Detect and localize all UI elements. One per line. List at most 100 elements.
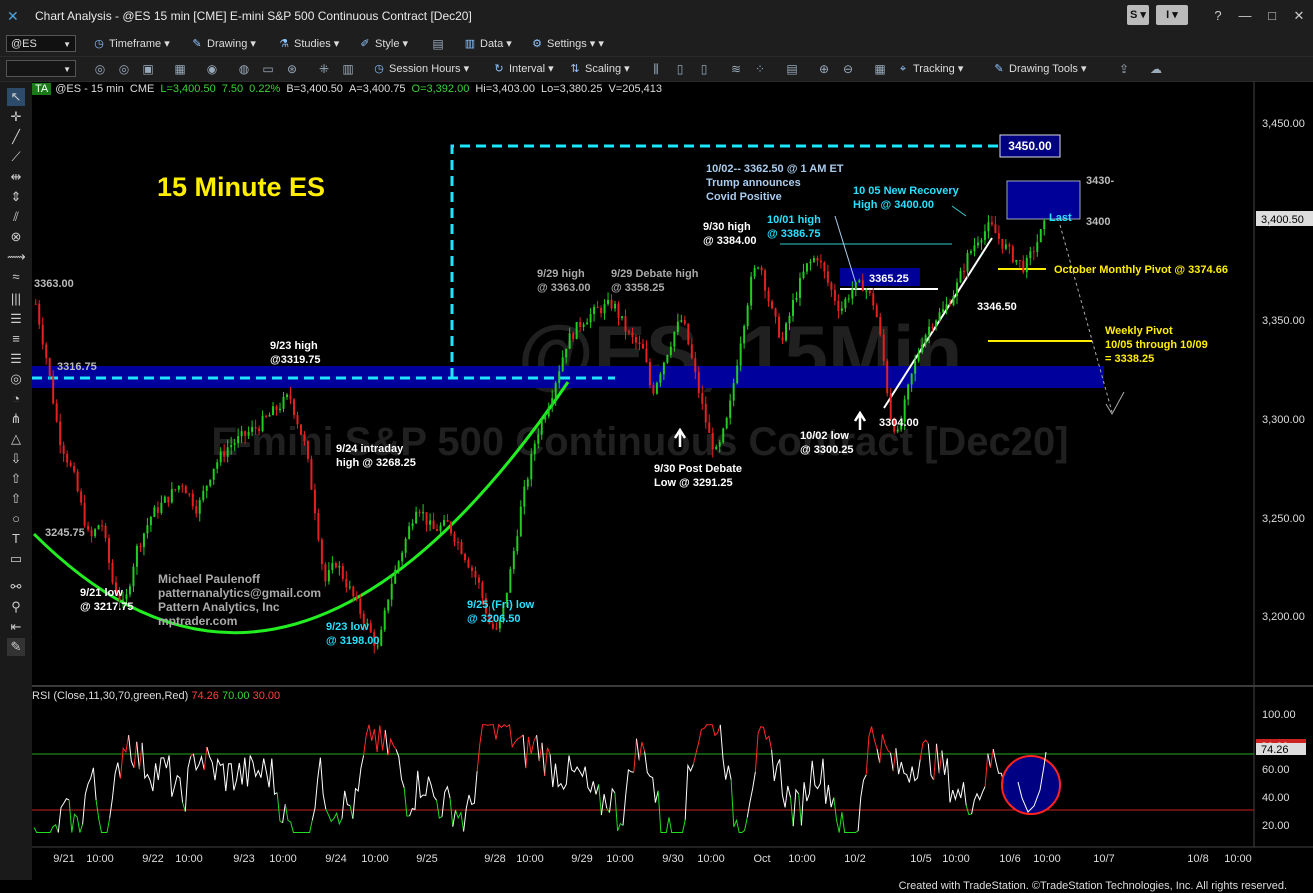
studies-menu[interactable]: ⚗ Studies ▾ [277, 36, 339, 52]
trendline-icon[interactable]: ╱ [7, 128, 25, 146]
data-window-icon[interactable]: ▤ [784, 61, 800, 77]
vertical-line-icon[interactable]: ||| [7, 290, 25, 308]
timeframe-menu[interactable]: ◷ Timeframe ▾ [92, 36, 170, 52]
document-icon[interactable]: ▭ [260, 61, 276, 77]
time-tick: 9/25 [416, 853, 437, 865]
price-tick: 3,450.00 [1262, 118, 1305, 130]
text-icon[interactable]: T [7, 530, 25, 548]
refresh-icon[interactable]: ◎ [92, 61, 108, 77]
bar-style-icon[interactable]: ⫼ [648, 61, 664, 77]
toggle-grid-icon[interactable]: ▦ [872, 61, 888, 77]
rsi-line-segment [536, 735, 540, 762]
candle-body [418, 511, 421, 514]
fib-retracement-icon[interactable]: ≡ [7, 330, 25, 348]
export-icon[interactable]: ⇪ [1116, 61, 1132, 77]
rsi-highlight-circle[interactable] [1001, 755, 1061, 815]
price-chart[interactable]: @ES, 15Min E-mini S&P 500 Continuous Con… [32, 82, 1313, 880]
gann-fan-icon[interactable]: ⊗ [7, 228, 25, 246]
author-email: patternanalytics@gmail.com [158, 586, 321, 600]
arrow-up-icon[interactable]: ⇧ [7, 470, 25, 488]
speed-line-icon[interactable]: ⟿ [7, 248, 26, 266]
crosshair-tool-icon[interactable]: ✛ [7, 108, 25, 126]
settings-menu[interactable]: ⚙ Settings ▾ ▾ [530, 36, 604, 52]
angle-line-icon[interactable]: ⟋ [7, 148, 25, 166]
chat-icon[interactable]: ☁ [1148, 61, 1164, 77]
clock-icon: ◷ [374, 63, 384, 75]
candle-body [764, 270, 767, 291]
record-icon[interactable]: ◎ [116, 61, 132, 77]
candle-body [600, 308, 603, 314]
regression-icon[interactable]: ≈ [7, 268, 25, 286]
ta-badge[interactable]: TA [32, 83, 52, 95]
edit-icon[interactable]: ✎ [7, 638, 25, 656]
zoom-in-icon[interactable]: ⊕ [816, 61, 832, 77]
label-930-high: 9/30 high [703, 221, 751, 233]
account-select[interactable]: ▼ [6, 60, 76, 77]
arrow-marker-icon[interactable]: ⇧ [7, 490, 25, 508]
s-link-button[interactable]: S ▾ [1127, 5, 1149, 25]
candle-style-icon[interactable]: ▯ [672, 61, 688, 77]
rsi-line-segment [719, 724, 732, 780]
symbol-input[interactable]: @ES ▼ [6, 35, 76, 52]
rsi-line-segment [449, 798, 454, 827]
candle-body [785, 323, 788, 341]
calendar-icon[interactable]: ▦ [172, 61, 188, 77]
line-style-icon[interactable]: ≋ [728, 61, 744, 77]
close-icon[interactable]: ✕ [1286, 6, 1312, 26]
drawing-toolbar: ↖ ✛ ╱ ⟋ ⇹ ⇕ ⫽ ⊗ ⟿ ≈ ||| ☰ ≡ ☰ ◎ ◔ ⋔ △ ⇩ … [0, 82, 33, 880]
magnet-icon[interactable]: ⚲ [7, 598, 25, 616]
maximize-icon[interactable]: □ [1259, 6, 1285, 26]
candle-body [914, 360, 917, 374]
window-icon[interactable]: ▣ [140, 61, 156, 77]
grid-icon[interactable]: ⁜ [316, 61, 332, 77]
hide-drawings-icon[interactable]: ⇤ [7, 618, 25, 636]
candle-body [607, 299, 610, 304]
session-hours-menu[interactable]: ◷ Session Hours ▾ [372, 61, 469, 77]
scaling-menu[interactable]: ⇅ Scaling ▾ [568, 61, 629, 77]
candle-body [73, 466, 76, 472]
layout-icon[interactable]: ▤ [430, 36, 446, 52]
andrews-pitchfork-icon[interactable]: ⋔ [7, 410, 25, 428]
rsi-line-segment [82, 767, 97, 825]
interval-menu[interactable]: ↻ Interval ▾ [492, 61, 553, 77]
extended-line-icon[interactable]: ⇕ [7, 188, 25, 206]
candle-body [111, 562, 114, 583]
style-menu[interactable]: ✐ Style ▾ [358, 36, 408, 52]
candle-body [729, 400, 732, 418]
candle-body [990, 222, 993, 225]
candle-body [596, 306, 599, 309]
dot-style-icon[interactable]: ⁘ [752, 61, 768, 77]
help-icon[interactable]: ? [1205, 6, 1231, 26]
ray-icon[interactable]: ⇹ [7, 168, 25, 186]
candle-body [1036, 242, 1039, 252]
drawing-menu[interactable]: ✎ Drawing ▾ [190, 36, 256, 52]
link-icon[interactable]: ⚯ [7, 578, 25, 596]
horizontal-lines-icon[interactable]: ☰ [7, 350, 25, 368]
ellipse-icon[interactable]: ○ [7, 510, 25, 528]
triangle-icon[interactable]: △ [7, 430, 25, 448]
candle-body [394, 569, 397, 584]
candle-body [184, 486, 187, 494]
time-tick: 10/6 [999, 853, 1020, 865]
drawing-tools-menu[interactable]: ✎ Drawing Tools ▾ [992, 61, 1086, 77]
tracking-menu[interactable]: ⌖ Tracking ▾ [896, 61, 963, 77]
minimize-icon[interactable]: — [1232, 6, 1258, 26]
arrow-down-icon[interactable]: ⇩ [7, 450, 25, 468]
pointer-icon[interactable]: ↖ [7, 88, 25, 106]
fib-circle-icon[interactable]: ◎ [7, 370, 25, 388]
candle-body [882, 334, 885, 361]
candle-body [509, 569, 512, 593]
hollow-candle-icon[interactable]: ▯ [696, 61, 712, 77]
radar-icon[interactable]: ◉ [204, 61, 220, 77]
alert-icon[interactable]: ⊛ [284, 61, 300, 77]
rectangle-icon[interactable]: ▭ [7, 550, 25, 568]
data-menu[interactable]: ▥ Data ▾ [463, 36, 512, 52]
camera-icon[interactable]: ◍ [236, 61, 252, 77]
candle-body [795, 297, 798, 301]
chart-type-icon[interactable]: ▥ [340, 61, 356, 77]
channel-icon[interactable]: ⫽ [7, 208, 25, 226]
fib-extension-icon[interactable]: ☰ [7, 310, 25, 328]
i-link-button[interactable]: I ▾ [1156, 5, 1188, 25]
fib-arc-icon[interactable]: ◔ [7, 390, 25, 408]
zoom-out-icon[interactable]: ⊖ [840, 61, 856, 77]
